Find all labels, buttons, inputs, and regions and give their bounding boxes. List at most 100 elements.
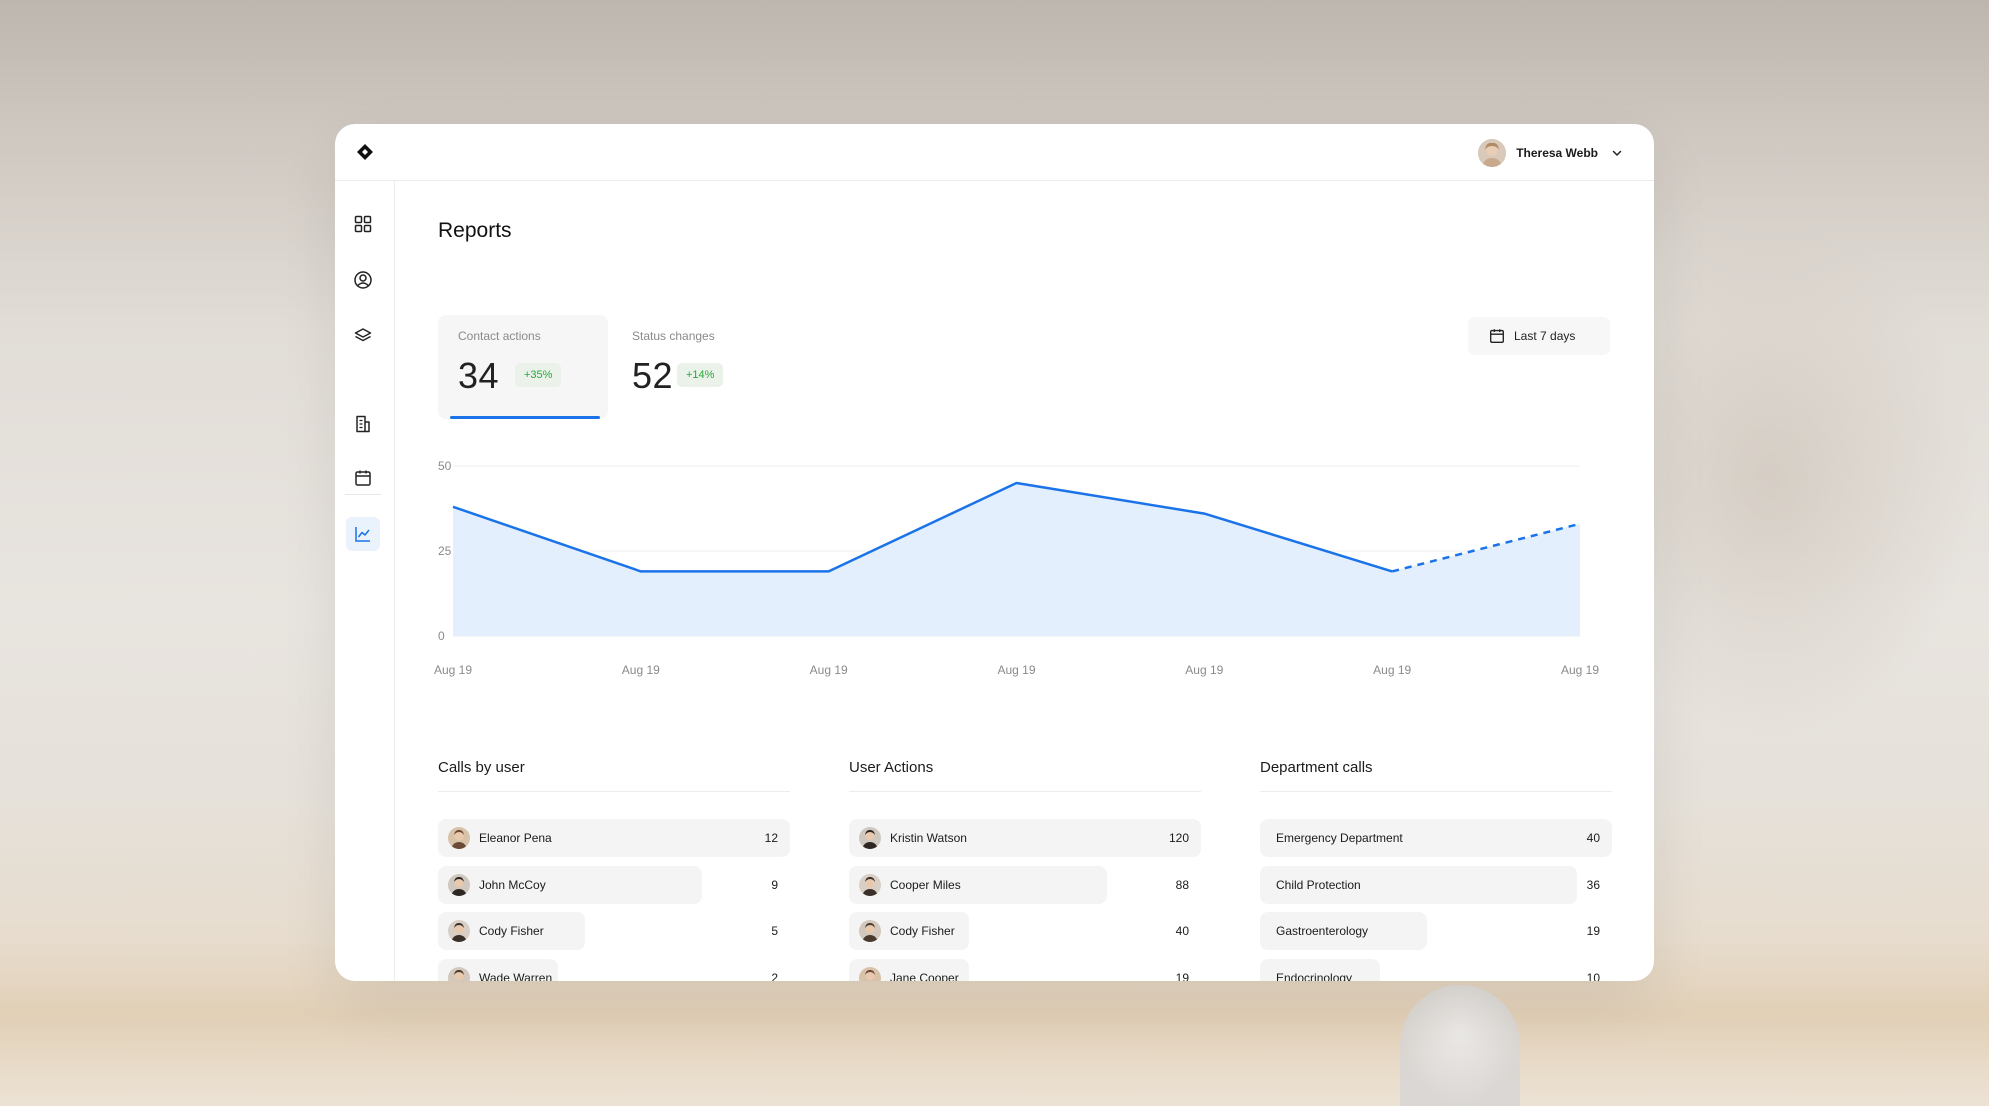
app-window: Theresa Webb Reports Contact actions 34 … [335,124,1654,981]
main-content: Reports Contact actions 34 +35% Status c… [395,181,1654,981]
list-item-value: 40 [1586,831,1600,845]
user-menu[interactable]: Theresa Webb [1478,138,1624,168]
section-divider [849,791,1201,792]
list-item[interactable]: Eleanor Pena 12 [438,819,790,857]
list-item[interactable]: Cody Fisher 5 [438,912,790,950]
calendar-icon [1490,329,1504,343]
section-department-calls: Department calls Emergency Department 40 Ch… [1260,759,1612,981]
list-item[interactable]: Emergency Department 40 [1260,819,1612,857]
metric-label: Status changes [632,329,715,343]
sidebar [335,181,395,981]
list-item-label: Emergency Department [1276,831,1403,845]
metric-value: 52 [632,355,674,396]
metric-contact-actions[interactable]: Contact actions 34 +35% [438,315,608,419]
y-tick-label: 25 [438,544,452,558]
list-item-value: 36 [1586,877,1600,892]
metric-change-badge: +14% [677,363,724,387]
list-item-value: 10 [1586,970,1600,982]
value-bar [849,865,1108,904]
metric-value: 34 [458,355,500,396]
avatar [859,920,881,942]
x-tick-label: Aug 19 [1185,663,1223,677]
section-title: Department calls [1260,759,1373,776]
list-item-value: 40 [1175,924,1189,938]
y-tick-label: 0 [438,629,445,643]
list-item-label: Jane Cooper [890,970,959,982]
list-item-label: Kristin Watson [890,831,967,845]
sidebar-item-layers[interactable] [346,319,380,353]
list-item[interactable]: John McCoy 9 [438,865,790,904]
x-tick-label: Aug 19 [434,663,472,677]
list-item[interactable]: Cooper Miles 88 [849,865,1201,904]
avatar [859,873,881,896]
sidebar-item-calendar[interactable] [346,461,380,495]
metric-label: Contact actions [458,329,541,343]
y-tick-label: 50 [438,459,452,473]
list-item-label: Cooper Miles [890,877,961,892]
list-item-label: John McCoy [479,877,546,892]
list-item[interactable]: Kristin Watson 120 [849,819,1201,857]
sidebar-item-dashboard[interactable] [346,207,380,241]
avatar [1478,139,1507,167]
list-item-value: 19 [1175,970,1189,982]
metric-status-changes[interactable]: Status changes 52 +14% [612,315,782,419]
list-item[interactable]: Wade Warren 2 [438,958,790,982]
chart-icon [355,527,370,542]
list-item-label: Gastroenterology [1276,924,1369,938]
list-item[interactable]: Cody Fisher 40 [849,912,1201,950]
list-item-value: 120 [1168,831,1189,845]
date-range-label: Last 7 days [1514,329,1576,343]
area-fill [453,483,1580,636]
report-icon [356,415,370,433]
user-circle-icon [354,271,372,289]
section-user-actions: User Actions Kristin Watson 120 Cooper Mile… [849,759,1201,981]
avatar [448,873,470,896]
section-divider [1260,791,1612,792]
chevron-down-icon[interactable] [1610,146,1624,160]
list-item-value: 5 [771,924,778,938]
x-tick-label: Aug 19 [997,663,1035,677]
grid-icon [354,215,372,233]
top-bar: Theresa Webb [335,124,1654,181]
list-item-value: 12 [764,831,778,845]
page-title: Reports [438,219,512,242]
list-item[interactable]: Jane Cooper 19 [849,958,1201,982]
avatar [859,827,881,849]
list-item-label: Cody Fisher [479,924,544,938]
x-tick-label: Aug 19 [810,663,848,677]
list-item-label: Wade Warren [479,970,553,982]
metric-change-badge: +35% [515,363,562,387]
layers-icon [354,328,372,342]
sidebar-item-contacts[interactable] [346,263,380,297]
date-range-button[interactable]: Last 7 days [1468,317,1610,355]
x-tick-label: Aug 19 [622,663,660,677]
background-cup [1400,985,1520,1106]
list-item-value: 2 [771,970,778,982]
list-item-value: 19 [1586,924,1600,938]
list-item-label: Endocrinology [1276,970,1353,982]
calendar-icon [355,470,371,486]
list-item[interactable]: Gastroenterology 19 [1260,912,1612,950]
section-divider [438,791,790,792]
logo-icon[interactable] [355,142,375,162]
section-title: User Actions [849,759,934,776]
x-tick-label: Aug 19 [1561,663,1599,677]
section-calls-by-user: Calls by user Eleanor Pena 12 John McCoy 9 Co… [438,759,790,981]
list-item-label: Child Protection [1276,877,1361,892]
avatar [448,827,470,849]
user-name: Theresa Webb [1516,146,1598,160]
line-chart: 0 25 50 Aug 19 Aug 19 Aug 19 Aug 19 Aug 19 Aug 1… [434,459,1599,677]
list-item-label: Cody Fisher [890,924,955,938]
list-item-value: 88 [1175,877,1189,892]
list-item[interactable]: Child Protection 36 [1260,865,1612,904]
list-item-value: 9 [771,877,778,892]
list-item-label: Eleanor Pena [479,831,552,845]
section-title: Calls by user [438,759,525,776]
x-tick-label: Aug 19 [1373,663,1411,677]
sidebar-item-analytics[interactable] [346,517,380,551]
metric-active-indicator [450,416,600,419]
avatar [448,920,470,942]
value-bar [438,865,702,904]
list-item[interactable]: Endocrinology 10 [1260,958,1612,982]
sidebar-item-reports-list[interactable] [346,407,380,441]
